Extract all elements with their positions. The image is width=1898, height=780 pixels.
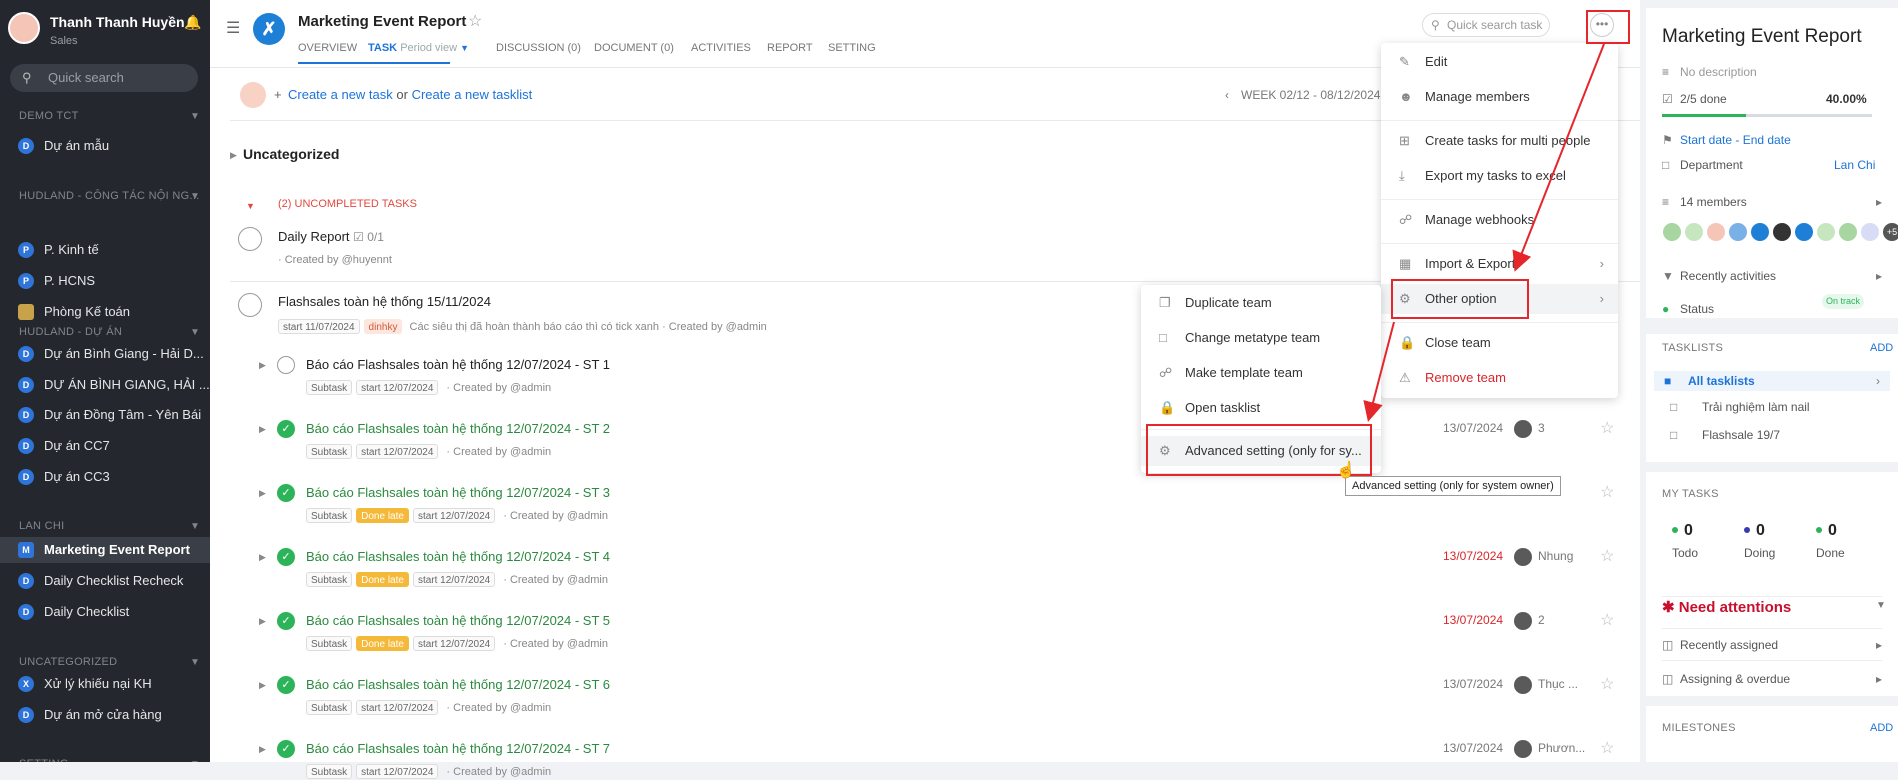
department-label: □ Department xyxy=(1662,158,1743,172)
description: ≡ No description xyxy=(1662,65,1757,79)
subtask-chip: Subtask xyxy=(306,764,353,779)
member-avatar[interactable] xyxy=(1684,222,1704,242)
tasklist-label: Flashsale 19/7 xyxy=(1702,428,1781,442)
folder-icon: □ xyxy=(1670,400,1678,414)
annotation-arrows xyxy=(1363,43,1605,422)
folder-icon: □ xyxy=(1662,158,1670,172)
need-attentions[interactable]: ✱ Need attentions xyxy=(1662,598,1791,616)
member-avatar[interactable] xyxy=(1728,222,1748,242)
asterisk-icon: ✱ xyxy=(1662,599,1675,616)
add-milestone-button[interactable]: ADD xyxy=(1870,722,1893,734)
chevron-right-icon[interactable]: ▸ xyxy=(1876,195,1882,209)
status-badge[interactable]: On track xyxy=(1822,294,1865,309)
member-avatar[interactable] xyxy=(1772,222,1792,242)
count-value[interactable]: 0 xyxy=(1684,522,1693,540)
count-value[interactable]: 0 xyxy=(1828,522,1837,540)
tooltip: Advanced setting (only for system owner) xyxy=(1345,476,1561,496)
count-label: Todo xyxy=(1672,546,1699,560)
folder-icon: □ xyxy=(1670,428,1678,442)
my-tasks-heading: MY TASKS xyxy=(1662,488,1719,500)
divider xyxy=(1662,660,1882,661)
member-avatar[interactable] xyxy=(1706,222,1726,242)
inbox-icon: ◫ xyxy=(1662,638,1674,652)
recently-assigned[interactable]: ◫ Recently assigned xyxy=(1662,638,1778,652)
member-avatar[interactable] xyxy=(1794,222,1814,242)
status-dot-icon xyxy=(1744,527,1750,533)
assigning-overdue-text: Assigning & overdue xyxy=(1680,672,1791,686)
progress-text: ☑ 2/5 done xyxy=(1662,92,1727,106)
count-value[interactable]: 0 xyxy=(1756,522,1765,540)
tasklist-item[interactable]: ■ All tasklists xyxy=(1654,371,1890,391)
tasklist-item[interactable]: □ Flashsale 19/7 xyxy=(1662,428,1780,442)
tasklists-heading: TASKLISTS xyxy=(1662,342,1724,354)
start-end-date[interactable]: ⚑ Start date - End date xyxy=(1662,133,1791,147)
right-panel: Marketing Event Report ≡ No description ☑… xyxy=(1646,0,1898,762)
status-dot-icon: ● xyxy=(1662,302,1670,316)
need-attentions-text: Need attentions xyxy=(1678,599,1792,616)
check-icon: ☑ xyxy=(1662,92,1673,106)
list-icon: ≡ xyxy=(1662,195,1670,209)
status-label: ● Status xyxy=(1662,302,1714,316)
department-value[interactable]: Lan Chi xyxy=(1834,158,1875,172)
start-chip: start 12/07/2024 xyxy=(356,764,439,779)
recently-assigned-text: Recently assigned xyxy=(1680,638,1779,652)
chevron-right-icon[interactable]: ▸ xyxy=(1876,269,1882,283)
text-icon: ≡ xyxy=(1662,65,1670,79)
chevron-down-icon[interactable]: ▼ xyxy=(1876,600,1886,611)
member-avatar[interactable] xyxy=(1816,222,1836,242)
progress-fill xyxy=(1662,114,1746,117)
department-text: Department xyxy=(1680,158,1743,172)
progress-percent: 40.00% xyxy=(1826,92,1867,106)
project-info-card: Marketing Event Report ≡ No description ☑… xyxy=(1646,8,1898,318)
status-dot-icon xyxy=(1816,527,1822,533)
members-count: 14 members xyxy=(1680,195,1747,209)
subtask-meta: Subtask start 12/07/2024 · Created by @adm… xyxy=(306,764,551,779)
add-tasklist-button[interactable]: ADD xyxy=(1870,342,1893,354)
count-label: Doing xyxy=(1744,546,1776,560)
chevron-right-icon: › xyxy=(1876,374,1880,388)
members-label[interactable]: ≡ 14 members xyxy=(1662,195,1747,209)
done-count: 2/5 done xyxy=(1680,92,1727,106)
count-label: Done xyxy=(1816,546,1845,560)
chevron-right-icon[interactable]: ▸ xyxy=(1876,638,1882,652)
member-avatar[interactable] xyxy=(1860,222,1880,242)
tasklists-card: TASKLISTS ADD ■ All tasklists › □ Trải ngh… xyxy=(1646,334,1898,462)
start-end-text: Start date - End date xyxy=(1680,133,1791,147)
description-text: No description xyxy=(1680,65,1757,79)
recent-text: Recently activities xyxy=(1680,269,1777,283)
cursor-icon: ☝ xyxy=(1336,462,1356,479)
bookmark-icon: ⚑ xyxy=(1662,133,1673,147)
more-members[interactable]: +5 xyxy=(1882,222,1898,242)
progress-bar xyxy=(1662,114,1872,117)
recent-activities[interactable]: ▼ Recently activities xyxy=(1662,269,1776,283)
member-avatar[interactable] xyxy=(1838,222,1858,242)
tasklist-label: All tasklists xyxy=(1688,374,1755,388)
project-title: Marketing Event Report xyxy=(1662,26,1862,47)
divider xyxy=(1662,596,1882,597)
tasklist-label: Trải nghiệm làm nail xyxy=(1702,400,1810,414)
my-tasks-card: MY TASKS 0 Todo 0 Doing 0 Done ✱ Need attenti… xyxy=(1646,472,1898,696)
created-by: · Created by @admin xyxy=(446,766,552,778)
status-text: Status xyxy=(1680,302,1715,316)
filter-icon: ▼ xyxy=(1662,269,1674,283)
inbox-icon: ◫ xyxy=(1662,672,1674,686)
tasklist-item[interactable]: □ Trải nghiệm làm nail xyxy=(1662,400,1810,414)
milestones-heading: MILESTONES xyxy=(1662,722,1736,734)
chevron-right-icon[interactable]: ▸ xyxy=(1876,672,1882,686)
divider xyxy=(1662,628,1882,629)
status-dot-icon xyxy=(1672,527,1678,533)
folder-icon: ■ xyxy=(1664,374,1672,388)
member-avatar[interactable] xyxy=(1750,222,1770,242)
milestones-card: MILESTONES ADD xyxy=(1646,706,1898,762)
assigning-overdue[interactable]: ◫ Assigning & overdue xyxy=(1662,672,1790,686)
member-avatar[interactable] xyxy=(1662,222,1682,242)
